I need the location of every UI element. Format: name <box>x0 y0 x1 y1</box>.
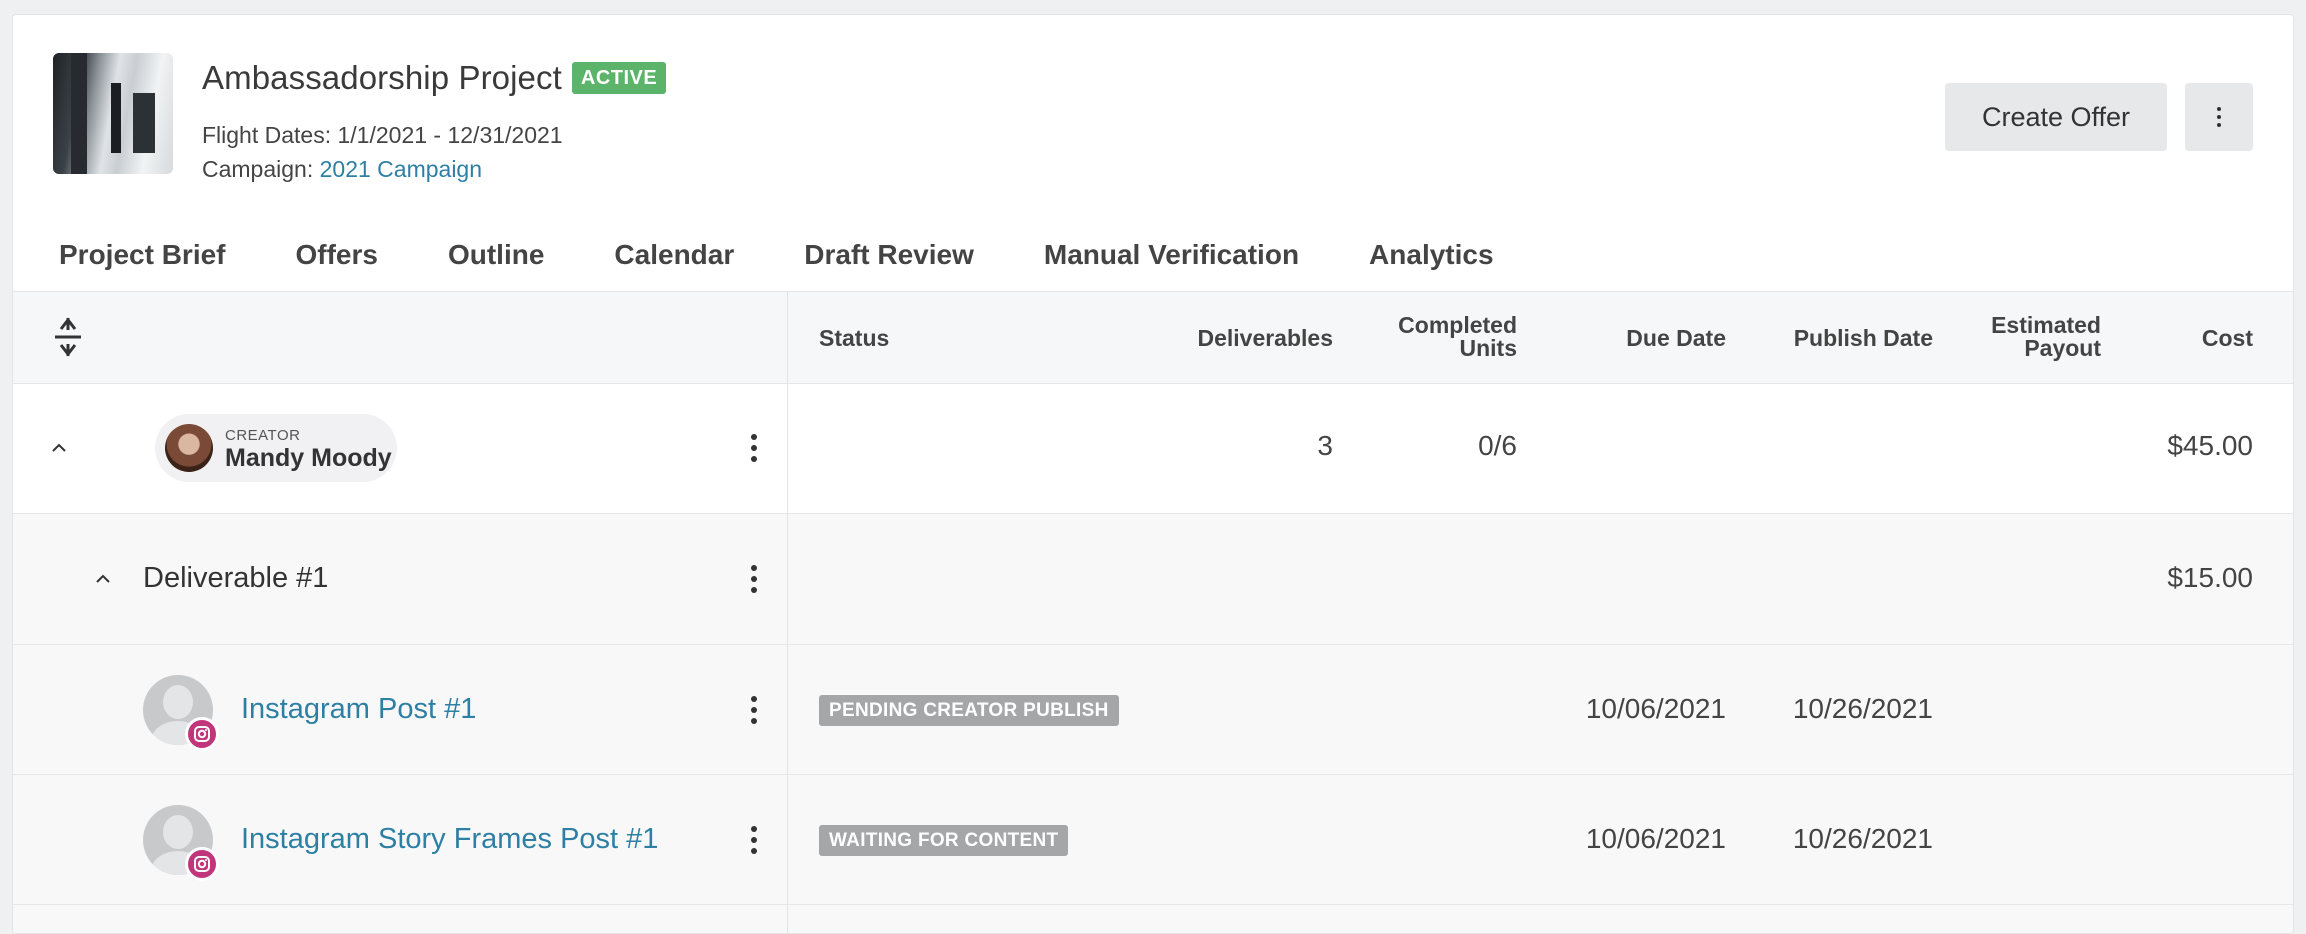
creator-deliverables: 3 <box>1317 430 1333 461</box>
creator-row: CREATOR Mandy Moody 3 0/6 $45.00 <box>13 384 2293 514</box>
deliverable-row-menu-icon[interactable] <box>739 559 769 599</box>
creator-cost: $45.00 <box>2167 430 2253 461</box>
col-due-date: Due Date <box>1626 325 1726 351</box>
avatar <box>165 424 213 472</box>
status-badge: PENDING CREATOR PUBLISH <box>819 695 1119 726</box>
col-cost: Cost <box>2201 325 2253 351</box>
instagram-icon <box>185 717 219 751</box>
more-options-button[interactable] <box>2185 83 2253 151</box>
deliverable-title: Deliverable #1 <box>143 562 329 594</box>
col-estimated-payout-line2: Payout <box>2024 335 2101 361</box>
status-badge: ACTIVE <box>571 62 667 94</box>
column-divider <box>787 291 788 933</box>
campaign-label: Campaign: <box>202 156 314 182</box>
table-row <box>13 905 2293 933</box>
publish-date: 10/26/2021 <box>1792 693 1933 724</box>
creator-label: CREATOR <box>225 427 301 444</box>
project-thumbnail <box>53 53 173 174</box>
vertical-ellipsis-icon <box>2217 107 2221 127</box>
table-row: Instagram Story Frames Post #1 WAITING F… <box>13 775 2293 905</box>
table-header: Status Deliverables Completed Units Due … <box>13 291 2293 384</box>
flight-dates-label: Flight Dates: <box>202 122 332 148</box>
project-title: Ambassadorship Project <box>202 59 562 96</box>
post-row-menu-icon[interactable] <box>739 690 769 730</box>
post-row-menu-icon[interactable] <box>739 820 769 860</box>
expand-collapse-all-icon[interactable] <box>53 316 83 358</box>
col-completed-units: Completed Units <box>1367 314 1517 360</box>
due-date: 10/06/2021 <box>1585 823 1726 854</box>
col-deliverables: Deliverables <box>1197 325 1333 351</box>
col-status: Status <box>819 325 890 351</box>
col-completed-units-line2: Units <box>1459 335 1518 361</box>
project-card: Ambassadorship Project ACTIVE Flight Dat… <box>12 14 2294 934</box>
col-completed-units-line1: Completed <box>1398 312 1517 338</box>
post-title-link[interactable]: Instagram Post #1 <box>241 693 476 726</box>
project-title-row: Ambassadorship Project ACTIVE <box>202 59 667 97</box>
creator-chip[interactable]: CREATOR Mandy Moody <box>155 414 397 482</box>
deliverable-row: Deliverable #1 $15.00 <box>13 514 2293 645</box>
campaign-link[interactable]: 2021 Campaign <box>320 156 482 182</box>
col-estimated-payout-line1: Estimated <box>1991 312 2101 338</box>
col-publish-date: Publish Date <box>1793 325 1933 351</box>
creator-name: Mandy Moody <box>225 444 392 472</box>
instagram-icon <box>185 847 219 881</box>
creator-completed-units: 0/6 <box>1478 430 1517 461</box>
chevron-up-icon[interactable] <box>51 440 67 456</box>
col-estimated-payout: Estimated Payout <box>1963 314 2101 360</box>
publish-date: 10/26/2021 <box>1792 823 1933 854</box>
deliverable-cost: $15.00 <box>2167 562 2253 593</box>
creator-row-menu-icon[interactable] <box>739 428 769 468</box>
table-row: Instagram Post #1 PENDING CREATOR PUBLIS… <box>13 645 2293 775</box>
create-offer-button[interactable]: Create Offer <box>1945 83 2167 151</box>
campaign: Campaign: 2021 Campaign <box>202 156 482 183</box>
flight-dates: Flight Dates: 1/1/2021 - 12/31/2021 <box>202 122 563 149</box>
status-badge: WAITING FOR CONTENT <box>819 825 1069 856</box>
flight-dates-value: 1/1/2021 - 12/31/2021 <box>337 122 563 148</box>
post-title-link[interactable]: Instagram Story Frames Post #1 <box>241 823 658 856</box>
due-date: 10/06/2021 <box>1585 693 1726 724</box>
chevron-up-icon[interactable] <box>95 571 111 587</box>
